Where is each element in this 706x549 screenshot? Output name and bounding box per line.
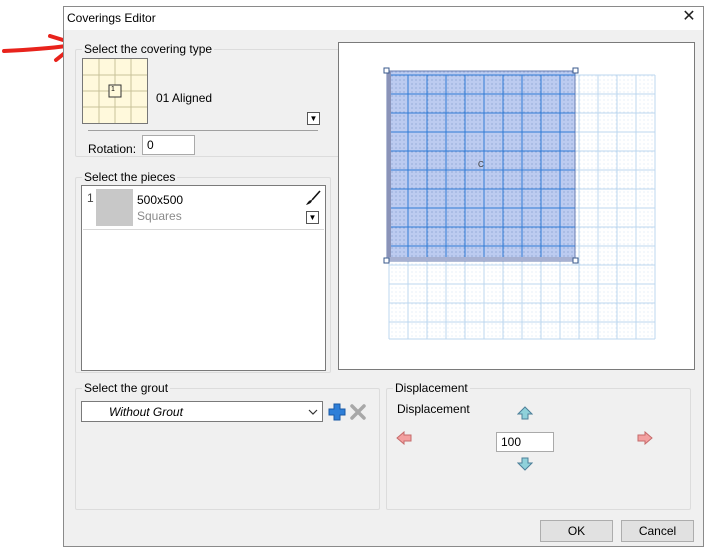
divider xyxy=(88,130,318,131)
rotation-label: Rotation: xyxy=(88,142,137,156)
preview-panel[interactable]: C xyxy=(338,42,695,370)
aligned-grid-icon xyxy=(83,59,147,123)
displacement-group: Displacement Displacement 100 xyxy=(386,381,691,510)
remove-grout-icon[interactable] xyxy=(350,404,366,420)
thumbnail-number: 1 xyxy=(111,86,115,93)
covering-type-group: Select the covering type 1 01 Aligned ▼ … xyxy=(75,42,354,157)
covering-type-legend: Select the covering type xyxy=(82,42,215,56)
piece-dropdown[interactable]: ▼ xyxy=(306,211,319,224)
cancel-button[interactable]: Cancel xyxy=(621,520,694,542)
piece-swatch xyxy=(96,189,133,226)
close-icon[interactable]: ✕ xyxy=(681,9,697,25)
covering-preview xyxy=(383,67,656,340)
covering-type-thumbnail[interactable]: 1 xyxy=(82,58,148,124)
arrow-down-icon[interactable] xyxy=(517,457,533,471)
add-grout-icon[interactable] xyxy=(328,403,346,421)
center-marker: C xyxy=(478,160,484,169)
ok-button[interactable]: OK xyxy=(540,520,613,542)
pieces-group: Select the pieces 1 500x500 Squares ▼ xyxy=(75,170,331,373)
dialog-title: Coverings Editor xyxy=(67,11,156,25)
grout-select[interactable]: Without Grout xyxy=(81,401,323,422)
pieces-legend: Select the pieces xyxy=(82,170,178,184)
pieces-list: 1 500x500 Squares ▼ xyxy=(81,185,326,371)
piece-size: 500x500 xyxy=(137,193,184,207)
grout-legend: Select the grout xyxy=(82,381,171,395)
displacement-legend: Displacement xyxy=(393,381,470,395)
grout-selected-value: Without Grout xyxy=(109,405,183,419)
arrow-right-icon[interactable] xyxy=(637,431,653,445)
coverings-editor-dialog: Coverings Editor ✕ Select the covering t… xyxy=(63,6,704,547)
rotation-input[interactable]: 0 xyxy=(142,135,195,155)
list-item[interactable]: 1 500x500 Squares ▼ xyxy=(83,187,324,230)
covering-type-name: 01 Aligned xyxy=(156,91,213,105)
grout-group: Select the grout Without Grout xyxy=(75,381,380,510)
displacement-label: Displacement xyxy=(397,402,470,416)
covering-type-dropdown[interactable]: ▼ xyxy=(307,112,320,125)
title-bar: Coverings Editor ✕ xyxy=(64,7,703,30)
paintbrush-icon[interactable] xyxy=(305,190,321,206)
displacement-input[interactable]: 100 xyxy=(496,432,554,452)
piece-type: Squares xyxy=(137,209,182,223)
chevron-down-icon xyxy=(308,409,318,415)
arrow-left-icon[interactable] xyxy=(396,431,412,445)
piece-index: 1 xyxy=(87,191,94,205)
arrow-up-icon[interactable] xyxy=(517,406,533,420)
